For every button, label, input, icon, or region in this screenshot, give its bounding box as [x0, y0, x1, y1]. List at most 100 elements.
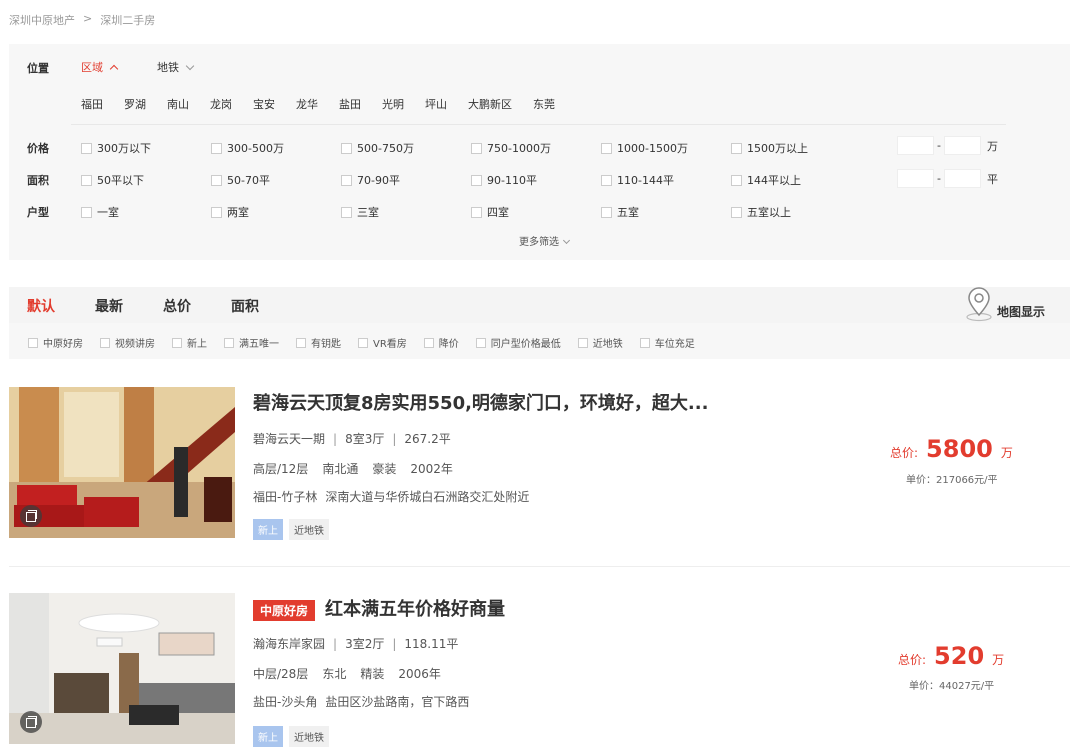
quick-filter[interactable]: 新上	[172, 335, 207, 350]
checkbox[interactable]	[341, 174, 352, 186]
layout-option[interactable]: 三室	[341, 204, 471, 220]
listing-title[interactable]: 中原好房 红本满五年价格好商量	[253, 595, 505, 621]
checkbox[interactable]	[81, 142, 92, 154]
area-option[interactable]: 50平以下	[81, 172, 211, 188]
area-option[interactable]: 110-144平	[601, 172, 731, 188]
checkbox[interactable]	[28, 337, 38, 348]
district-item[interactable]: 龙华	[296, 96, 318, 112]
checkbox[interactable]	[731, 174, 742, 186]
checkbox[interactable]	[341, 206, 352, 218]
listing-title[interactable]: 碧海云天顶复8房实用550,明德家门口，环境好，超大...	[253, 389, 708, 415]
sort-area[interactable]: 面积	[231, 296, 259, 316]
checkbox[interactable]	[81, 174, 92, 186]
listing-tags: 新上 近地铁	[253, 726, 335, 747]
checkbox[interactable]	[601, 174, 612, 186]
checkbox[interactable]	[211, 206, 222, 218]
checkbox[interactable]	[601, 206, 612, 218]
checkbox[interactable]	[731, 206, 742, 218]
district-item[interactable]: 福田	[81, 96, 103, 112]
checkbox[interactable]	[211, 142, 222, 154]
price-label: 价格	[27, 142, 49, 155]
breadcrumb-current[interactable]: 深圳二手房	[100, 12, 155, 28]
more-filters-button[interactable]: 更多筛选	[519, 233, 571, 248]
area-option[interactable]: 90-110平	[471, 172, 601, 188]
district-item[interactable]: 龙岗	[210, 96, 232, 112]
checkbox[interactable]	[341, 142, 352, 154]
layout-option[interactable]: 五室以上	[731, 204, 861, 220]
price-option[interactable]: 300万以下	[81, 140, 211, 156]
checkbox[interactable]	[475, 337, 486, 348]
map-view-label: 地图显示	[997, 304, 1046, 319]
district-item[interactable]: 大鹏新区	[468, 96, 512, 112]
district-item[interactable]: 罗湖	[124, 96, 146, 112]
community-link[interactable]: 瀚海东岸家园	[253, 637, 325, 651]
district-item[interactable]: 光明	[382, 96, 404, 112]
price-min-input[interactable]	[897, 136, 934, 155]
district-item[interactable]: 南山	[167, 96, 189, 112]
checkbox[interactable]	[731, 142, 742, 154]
tab-subway[interactable]: 地铁	[157, 59, 195, 75]
price-option[interactable]: 300-500万	[211, 140, 341, 156]
district-item[interactable]: 盐田	[339, 96, 361, 112]
quick-filter[interactable]: 满五唯一	[224, 335, 279, 350]
area-option[interactable]: 50-70平	[211, 172, 341, 188]
price-option[interactable]: 750-1000万	[471, 140, 601, 156]
region-link[interactable]: 盐田-沙头角	[253, 693, 317, 710]
district-item[interactable]: 宝安	[253, 96, 275, 112]
layout-option[interactable]: 五室	[601, 204, 731, 220]
sort-newest[interactable]: 最新	[95, 296, 123, 316]
layout-options: 一室 两室 三室 四室 五室 五室以上	[81, 204, 861, 220]
listing-address: 福田-竹子林 深南大道与华侨城白石洲路交汇处附近	[253, 488, 530, 505]
community-link[interactable]: 碧海云天一期	[253, 432, 325, 446]
quick-filter[interactable]: 降价	[423, 335, 459, 350]
sort-default[interactable]: 默认	[27, 296, 55, 316]
checkbox[interactable]	[471, 206, 482, 218]
breadcrumb: 深圳中原地产 > 深圳二手房	[9, 12, 155, 28]
checkbox[interactable]	[601, 142, 612, 154]
area-max-input[interactable]	[943, 169, 981, 188]
district-item[interactable]: 东莞	[533, 96, 555, 112]
checkbox[interactable]	[100, 337, 110, 348]
checkbox[interactable]	[639, 337, 650, 348]
area-option[interactable]: 70-90平	[341, 172, 471, 188]
chevron-down-icon	[562, 236, 571, 245]
checkbox[interactable]	[296, 337, 306, 348]
price-max-input[interactable]	[943, 136, 981, 155]
price-option[interactable]: 500-750万	[341, 140, 471, 156]
map-view-button[interactable]: 地图显示	[965, 287, 1045, 323]
checkbox[interactable]	[172, 337, 182, 348]
checkbox[interactable]	[358, 337, 368, 348]
checkbox[interactable]	[423, 337, 434, 348]
layout-option[interactable]: 四室	[471, 204, 601, 220]
listing-photo[interactable]	[9, 387, 235, 538]
layout-option[interactable]: 两室	[211, 204, 341, 220]
region-link[interactable]: 福田-竹子林	[253, 488, 317, 505]
checkbox[interactable]	[471, 142, 482, 154]
quick-filter-bar: 中原好房 视频讲房 新上 满五唯一 有钥匙 VR看房 降价 同户型价格最低 近地…	[9, 323, 1070, 359]
quick-filter[interactable]: 有钥匙	[296, 335, 341, 350]
quick-filter[interactable]: 中原好房	[28, 335, 83, 350]
listing-attrs: 高层/12层 南北通 豪装 2002年	[253, 462, 453, 476]
quick-filter[interactable]: VR看房	[358, 335, 407, 350]
breadcrumb-home[interactable]: 深圳中原地产	[9, 12, 75, 28]
tab-district[interactable]: 区域	[81, 59, 119, 75]
checkbox[interactable]	[577, 337, 588, 348]
listing-photo[interactable]	[9, 593, 235, 744]
price-option[interactable]: 1500万以上	[731, 140, 861, 156]
checkbox[interactable]	[224, 337, 234, 348]
chevron-up-icon	[109, 64, 119, 74]
range-dash: -	[937, 172, 941, 185]
sort-total-price[interactable]: 总价	[163, 296, 191, 316]
quick-filter[interactable]: 车位充足	[639, 335, 695, 350]
district-item[interactable]: 坪山	[425, 96, 447, 112]
quick-filter[interactable]: 同户型价格最低	[475, 335, 561, 350]
quick-filter[interactable]: 视频讲房	[100, 335, 155, 350]
area-min-input[interactable]	[897, 169, 934, 188]
layout-option[interactable]: 一室	[81, 204, 211, 220]
area-option[interactable]: 144平以上	[731, 172, 861, 188]
checkbox[interactable]	[471, 174, 482, 186]
checkbox[interactable]	[81, 206, 92, 218]
checkbox[interactable]	[211, 174, 222, 186]
quick-filter[interactable]: 近地铁	[577, 335, 623, 350]
price-option[interactable]: 1000-1500万	[601, 140, 731, 156]
